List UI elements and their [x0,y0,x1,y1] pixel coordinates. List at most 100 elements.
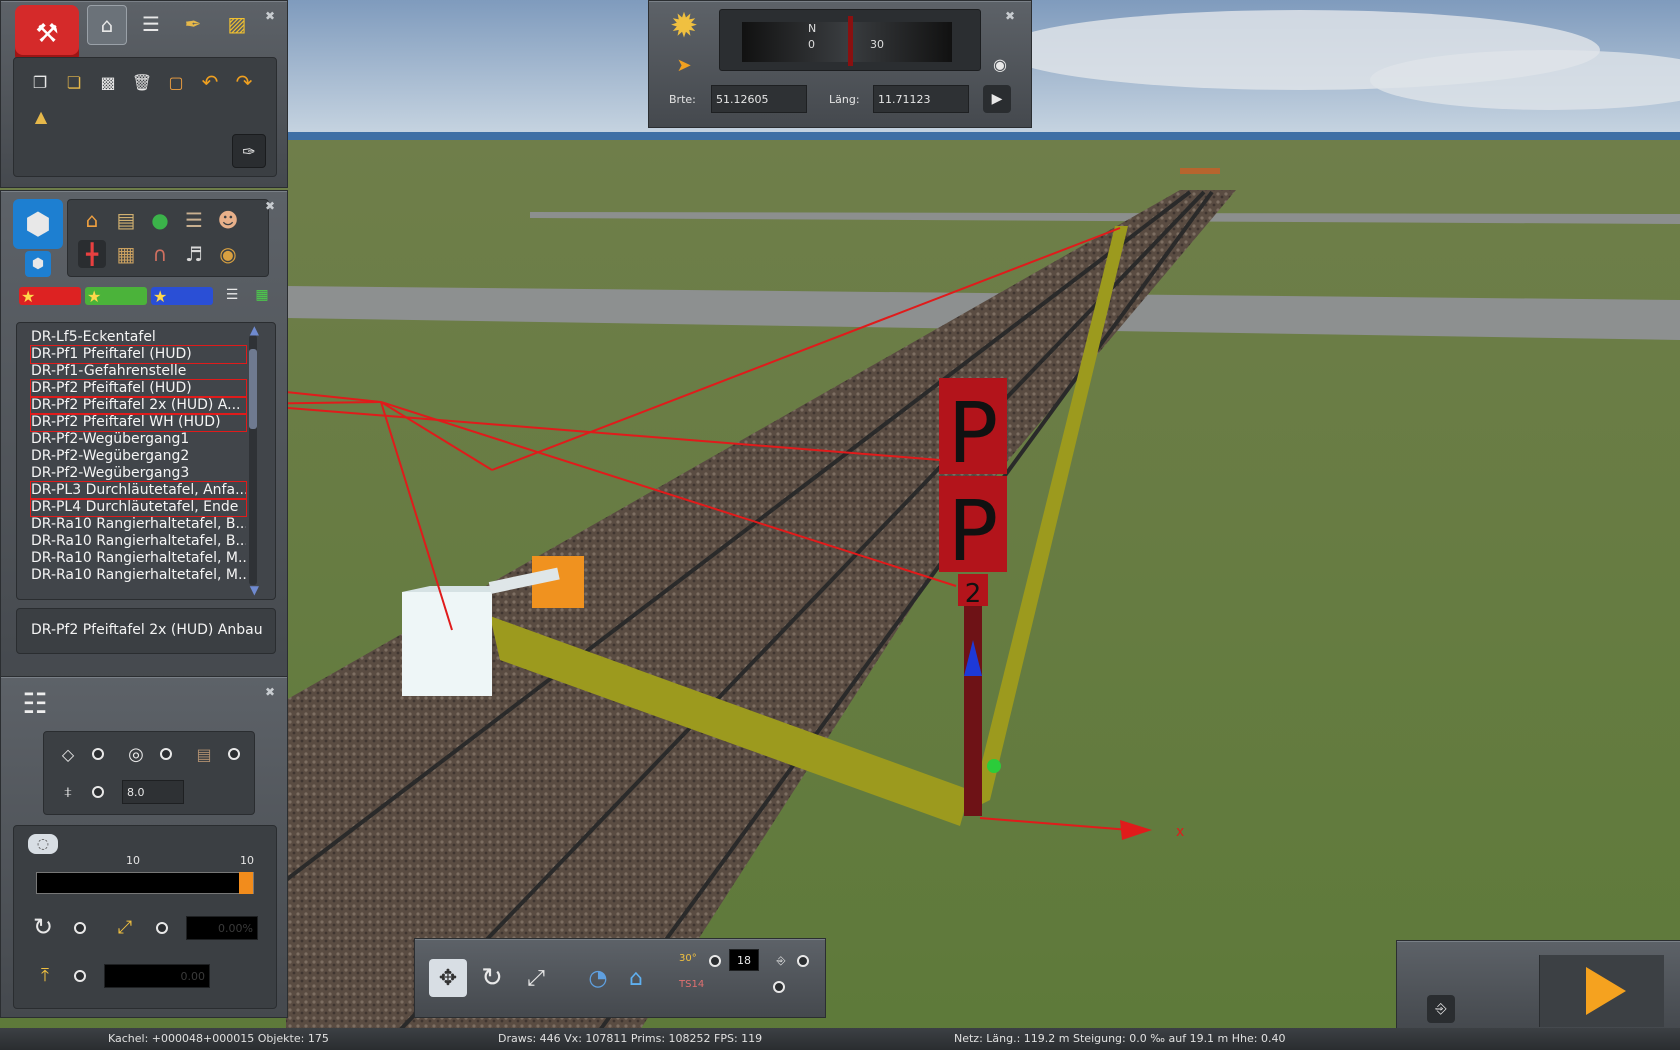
ts-radio[interactable] [773,981,785,993]
list-item[interactable]: DR-Pf2 Pfeiftafel 2x (HUD) A... [30,396,247,415]
tree-category-icon[interactable]: ● [146,206,174,234]
list-item[interactable]: DR-Ra10 Rangierhaltetafel, B... [31,516,246,533]
height-value-input[interactable]: 0.00 [104,964,210,988]
list-item[interactable]: DR-Ra10 Rangierhaltetafel, M... [31,567,246,584]
house-category-icon[interactable]: ⌂ [78,206,106,234]
undo-icon[interactable]: ↶ [196,68,224,96]
sound-category-icon[interactable]: ♬ [180,240,208,268]
height-radio[interactable] [74,970,86,982]
reset-view-icon[interactable]: ◉ [987,51,1013,77]
snap-surface-radio[interactable] [92,748,104,760]
move-icon[interactable]: ✥ [429,959,467,997]
checklist-icon[interactable]: ☷ [13,681,57,725]
cube-large-icon[interactable]: ⬢ [13,199,63,249]
snap-object-radio[interactable] [160,748,172,760]
train-icon[interactable]: ▨ [219,5,255,43]
home-icon[interactable]: ⌂ [87,5,127,45]
track-category-icon[interactable]: ☰ [180,206,208,234]
list-item[interactable]: DR-Pf1 Pfeiftafel (HUD) [30,345,247,364]
far-shelter [1180,168,1220,174]
planks-category-icon[interactable]: ▦ [112,240,140,268]
compass-dial: N 0 30 [719,9,981,71]
gizmo-center[interactable] [987,759,1001,773]
rotate-random-icon[interactable]: ↻ [28,912,58,942]
main-tool-panel: ⚒ ⌂ ☰ ✒ ▨ ✖ ❐ ❏ ▩ 🗑 ▢ ↶ ↷ ▲ ✑ [0,0,288,188]
sign-letter-top: P [948,384,999,482]
goods-category-icon[interactable]: ◉ [214,240,242,268]
track-icon[interactable]: ☰ [133,5,169,43]
bridge-category-icon[interactable]: ∩ [146,240,174,268]
go-to-position-button[interactable]: ▶ [983,85,1011,113]
scale-slider[interactable] [36,872,254,894]
list-item[interactable]: DR-PL4 Durchläutetafel, Ende [30,498,247,517]
person-category-icon[interactable]: ☻ [214,206,242,234]
rotate-value-input[interactable]: 0.00% [186,916,258,940]
snap-track-radio[interactable] [228,748,240,760]
unlock-icon[interactable]: ⎆ [1427,995,1455,1023]
pin-icon[interactable]: ✖ [263,685,277,699]
list-item[interactable]: DR-Pf2-Wegübergang1 [31,431,246,448]
lock-icon[interactable]: ⎆ [773,953,789,969]
list-scrollbar[interactable] [249,335,257,585]
pin-icon[interactable]: ✖ [263,199,277,213]
angle-input[interactable]: 18 [729,949,759,971]
list-item[interactable]: DR-Lf5-Eckentafel [31,329,246,346]
rotate-axis-icon[interactable]: ⤢ [110,912,140,942]
scroll-down-icon[interactable]: ▼ [250,583,259,597]
latitude-label: Brte: [669,93,696,106]
paste-icon[interactable]: ❏ [60,68,88,96]
compass-scale [742,22,952,62]
height-icon[interactable]: ⤒ [32,960,58,990]
selected-object-name: DR-Pf2 Pfeiftafel 2x (HUD) Anbau [31,622,263,638]
list-item[interactable]: DR-Pf2 Pfeiftafel (HUD) [30,379,247,398]
scale-icon[interactable]: ⤢ [517,959,555,997]
longitude-input[interactable]: 11.71123 [873,85,969,113]
object-list[interactable]: ▲ ▼ DR-Lf5-Eckentafel DR-Pf1 Pfeiftafel (… [16,322,276,600]
list-item[interactable]: DR-Ra10 Rangierhaltetafel, B... [31,533,246,550]
rotate-axis-radio[interactable] [156,922,168,934]
longitude-label: Läng: [829,93,860,106]
list-item[interactable]: DR-PL3 Durchläutetafel, Anfa... [30,481,247,500]
play-button[interactable] [1539,955,1664,1027]
grid-view-icon[interactable]: ▦ [251,283,273,307]
spacing-input[interactable]: 8.0 [122,780,184,804]
crane-icon[interactable]: ▲ [26,102,56,130]
pin-icon[interactable]: ✖ [263,9,277,23]
scroll-up-icon[interactable]: ▲ [250,323,259,337]
pipette-icon[interactable]: ✑ [232,134,266,168]
eraser-icon[interactable]: ▢ [162,68,190,96]
list-item[interactable]: DR-Pf1-Gefahrenstelle [31,363,246,380]
slider-knob[interactable] [239,872,253,894]
latitude-input[interactable]: 51.12605 [711,85,807,113]
signal-category-icon[interactable]: ╋ [78,240,106,268]
rotate-radio[interactable] [74,922,86,934]
scrollbar-thumb[interactable] [249,349,257,429]
favorites-red-tab[interactable]: ★ [19,287,81,306]
scale-toggle-icon[interactable]: ◌ [28,834,58,854]
monitor-icon[interactable]: ▩ [94,68,122,96]
favorites-blue-tab[interactable]: ★ [151,287,213,306]
compass-rose-icon[interactable]: ✹ [663,5,705,47]
spacing-radio[interactable] [92,786,104,798]
angle-radio[interactable] [709,955,721,967]
toolbox-icon[interactable]: ⚒ [15,5,79,63]
list-item[interactable]: DR-Pf2-Wegübergang2 [31,448,246,465]
rotate-icon[interactable]: ↻ [473,959,511,997]
globe-icon[interactable]: ◔ [581,959,615,997]
pin-icon[interactable]: ✖ [1003,9,1017,23]
list-item[interactable]: DR-Pf2 Pfeiftafel WH (HUD) [30,413,247,432]
industry-category-icon[interactable]: ▤ [112,206,140,234]
snap-surface-icon: ◇ [61,744,75,764]
local-home-icon[interactable]: ⌂ [619,959,653,997]
map-pointer-icon[interactable]: ➤ [669,51,699,79]
list-view-icon[interactable]: ☰ [221,283,243,307]
list-item[interactable]: DR-Pf2-Wegübergang3 [31,465,246,482]
paintbrush-icon[interactable]: ✒ [175,5,211,43]
trash-icon[interactable]: 🗑 [128,68,156,96]
cube-small-icon[interactable]: ⬢ [25,251,51,277]
redo-icon[interactable]: ↷ [230,68,258,96]
list-item[interactable]: DR-Ra10 Rangierhaltetafel, M... [31,550,246,567]
lock-radio[interactable] [797,955,809,967]
copy-icon[interactable]: ❐ [26,68,54,96]
favorites-green-tab[interactable]: ★ [85,287,147,306]
